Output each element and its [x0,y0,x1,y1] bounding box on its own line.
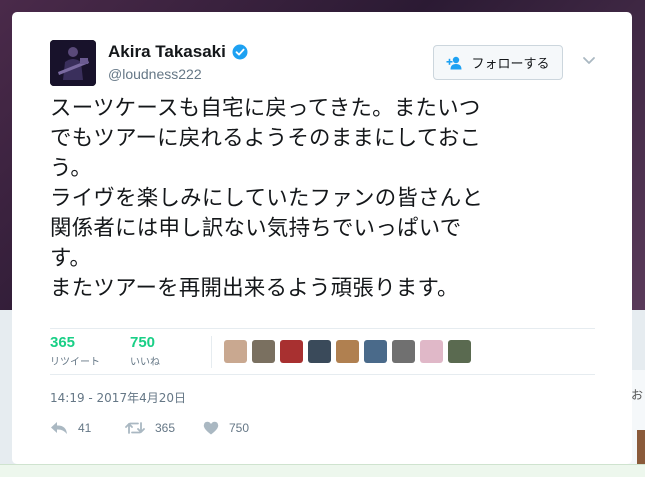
like-stat-label: いいね [130,357,160,368]
tweet-text: スーツケースも自宅に戻ってきた。またいつ でもツアーに戻れるようそのままにしてお… [50,94,605,304]
retweet-button[interactable]: 365 [125,421,203,435]
heart-icon [203,421,219,435]
stats-divider-bottom [50,374,595,375]
follow-button[interactable]: フォローする [433,45,563,80]
liker-avatars [224,340,471,363]
verified-badge-icon [232,44,248,60]
tweet-line: またツアーを再開出来るよう頑張ります。 [50,276,459,301]
liker-avatar[interactable] [224,340,247,363]
add-user-icon [446,56,464,70]
tweet-timestamp[interactable]: 14:19 - 2017年4月20日 [50,389,186,406]
retweet-stat[interactable]: 365 リツイート [50,334,100,368]
user-avatar[interactable] [50,40,96,86]
display-name[interactable]: Akira Takasaki [108,42,226,62]
background-thumbnail [637,430,645,466]
retweet-icon [125,421,145,435]
like-stat[interactable]: 750 いいね [130,334,160,368]
background-fragment-text: お [631,388,644,402]
liker-avatar[interactable] [364,340,387,363]
liker-avatar[interactable] [252,340,275,363]
retweet-stat-count: 365 [50,334,76,351]
like-stat-count: 750 [130,334,156,351]
stats-separator [211,336,212,368]
tweet-line: う。 [50,156,93,181]
background-bottom-bar [0,464,645,477]
tweet-line: 関係者には申し訳ない気持ちでいっぱいで [50,216,462,241]
like-button[interactable]: 750 [203,421,249,435]
action-bar: 41 365 750 [50,421,249,435]
tweet-line: ライヴを楽しみにしていたファンの皆さんと [50,186,484,211]
tweet-line: す。 [50,246,92,271]
name-row: Akira Takasaki [108,42,248,62]
liker-avatar[interactable] [280,340,303,363]
reply-button[interactable]: 41 [50,421,125,435]
tweet-line: でもツアーに戻れるようそのままにしておこ [50,126,482,151]
liker-avatar[interactable] [448,340,471,363]
retweet-count: 365 [155,421,176,435]
chevron-down-icon[interactable] [581,52,597,68]
liker-avatar[interactable] [336,340,359,363]
liker-avatar[interactable] [308,340,331,363]
follow-label: フォローする [471,57,550,72]
retweet-stat-label: リツイート [50,357,100,368]
tweet-card: Akira Takasaki @loudness222 フォローする スーツケー… [12,12,632,464]
reply-icon [50,421,68,435]
liker-avatar[interactable] [392,340,415,363]
stats-divider-top [50,328,595,329]
reply-count: 41 [78,421,92,435]
like-count: 750 [229,421,250,435]
liker-avatar[interactable] [420,340,443,363]
tweet-line: スーツケースも自宅に戻ってきた。またいつ [50,96,481,121]
user-handle[interactable]: @loudness222 [108,66,202,82]
